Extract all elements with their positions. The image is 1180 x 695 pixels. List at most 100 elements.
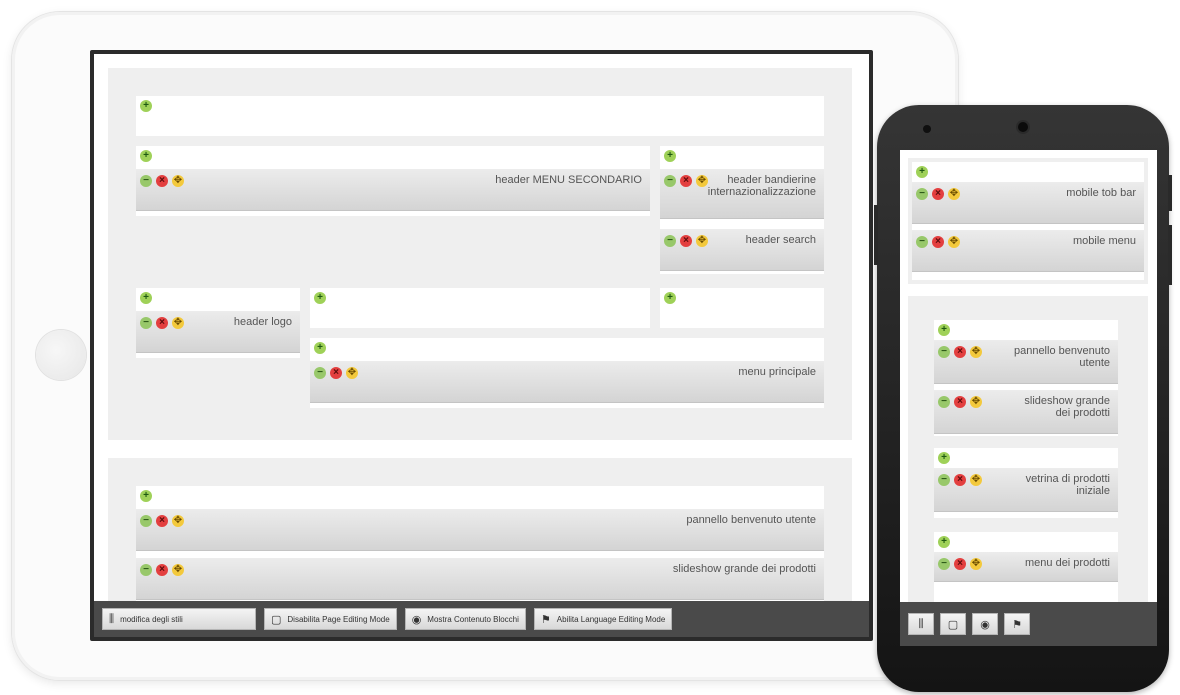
eye-off-icon: ◉ — [411, 613, 422, 626]
move-icon[interactable]: ✥ — [172, 564, 184, 576]
phone-sensor — [923, 125, 931, 133]
move-icon[interactable]: ✥ — [172, 515, 184, 527]
add-icon[interactable]: + — [916, 166, 928, 178]
sliders-icon: ⫼ — [109, 612, 115, 625]
phone-camera — [1018, 122, 1028, 132]
move-icon[interactable]: ✥ — [970, 396, 982, 408]
block-menu-secondario[interactable]: − × ✥ header MENU SECONDARIO — [136, 169, 650, 211]
move-icon[interactable]: ✥ — [970, 474, 982, 486]
phone-device: + − × ✥ mobile tob bar − × ✥ mobile menu… — [874, 105, 1172, 692]
empty-row: + — [660, 288, 824, 328]
minimize-icon[interactable]: − — [938, 558, 950, 570]
square-icon[interactable]: ▢ — [940, 613, 966, 635]
block-label: slideshow grande dei prodotti — [1024, 395, 1110, 419]
delete-icon[interactable]: × — [680, 235, 692, 247]
move-icon[interactable]: ✥ — [948, 236, 960, 248]
delete-icon[interactable]: × — [330, 367, 342, 379]
block-label: header logo — [233, 316, 292, 328]
move-icon[interactable]: ✥ — [970, 558, 982, 570]
move-icon[interactable]: ✥ — [172, 175, 184, 187]
block-label: header search — [745, 234, 816, 246]
move-icon[interactable]: ✥ — [948, 188, 960, 200]
move-icon[interactable]: ✥ — [172, 317, 184, 329]
move-icon[interactable]: ✥ — [346, 367, 358, 379]
block-mobile-menu[interactable]: − × ✥ mobile menu — [912, 230, 1144, 272]
eye-off-icon[interactable]: ◉ — [972, 613, 998, 635]
show-contents-button[interactable]: ◉ Mostra Contenuto Blocchi — [404, 608, 526, 630]
minimize-icon[interactable]: − — [916, 236, 928, 248]
add-icon[interactable]: + — [140, 100, 152, 112]
phone-side-button — [1168, 225, 1172, 285]
minimize-icon[interactable]: − — [916, 188, 928, 200]
block-label: slideshow grande dei prodotti — [672, 563, 816, 575]
block-label: mobile tob bar — [1066, 187, 1136, 199]
delete-icon[interactable]: × — [932, 236, 944, 248]
minimize-icon[interactable]: − — [140, 175, 152, 187]
minimize-icon[interactable]: − — [938, 346, 950, 358]
show-contents-label: Mostra Contenuto Blocchi — [427, 614, 519, 624]
block-mobile-top-bar[interactable]: − × ✥ mobile tob bar — [912, 182, 1144, 224]
block-slideshow[interactable]: − × ✥ slideshow grande dei prodotti — [136, 558, 824, 600]
minimize-icon[interactable]: − — [664, 175, 676, 187]
delete-icon[interactable]: × — [954, 396, 966, 408]
block-label: mobile menu — [1073, 235, 1136, 247]
flag-icon[interactable]: ⚑ — [1004, 613, 1030, 635]
minimize-icon[interactable]: − — [140, 515, 152, 527]
minimize-icon[interactable]: − — [140, 564, 152, 576]
block-menu-prodotti[interactable]: − × ✥ menu dei prodotti — [934, 552, 1118, 582]
minimize-icon[interactable]: − — [140, 317, 152, 329]
delete-icon[interactable]: × — [156, 175, 168, 187]
minimize-icon[interactable]: − — [938, 396, 950, 408]
add-icon[interactable]: + — [140, 490, 152, 502]
row-logo: + − × ✥ header logo — [136, 288, 300, 358]
tablet-screen: + + − × ✥ header MENU SECONDARIO + − × ✥… — [90, 50, 873, 641]
page-editing-button[interactable]: ▢ Disabilita Page Editing Mode — [264, 608, 397, 630]
block-benvenuto-mobile[interactable]: − × ✥ pannello benvenuto utente — [934, 340, 1118, 384]
delete-icon[interactable]: × — [932, 188, 944, 200]
block-menu-principale[interactable]: − × ✥ menu principale — [310, 361, 824, 403]
delete-icon[interactable]: × — [156, 317, 168, 329]
page-editing-label: Disabilita Page Editing Mode — [287, 614, 390, 624]
delete-icon[interactable]: × — [954, 346, 966, 358]
header-section: + + − × ✥ header MENU SECONDARIO + − × ✥… — [108, 68, 852, 440]
phone-row-3: + − × ✥ menu dei prodotti — [934, 532, 1118, 602]
styles-button[interactable]: ⫼ modifica degli stili — [102, 608, 256, 630]
block-slideshow-mobile[interactable]: − × ✥ slideshow grande dei prodotti — [934, 390, 1118, 434]
delete-icon[interactable]: × — [156, 564, 168, 576]
add-icon[interactable]: + — [314, 342, 326, 354]
minimize-icon[interactable]: − — [938, 474, 950, 486]
add-icon[interactable]: + — [938, 452, 950, 464]
delete-icon[interactable]: × — [156, 515, 168, 527]
delete-icon[interactable]: × — [680, 175, 692, 187]
move-icon[interactable]: ✥ — [970, 346, 982, 358]
add-icon[interactable]: + — [938, 324, 950, 336]
block-label: header MENU SECONDARIO — [495, 174, 642, 186]
add-icon[interactable]: + — [938, 536, 950, 548]
block-vetrina[interactable]: − × ✥ vetrina di prodotti iniziale — [934, 468, 1118, 512]
phone-header-section: + − × ✥ mobile tob bar − × ✥ mobile menu — [908, 158, 1148, 284]
sliders-icon[interactable]: ⫼ — [908, 613, 934, 635]
block-search[interactable]: − × ✥ header search — [660, 229, 824, 271]
language-editing-button[interactable]: ⚑ Abilita Language Editing Mode — [533, 608, 673, 630]
delete-icon[interactable]: × — [954, 474, 966, 486]
phone-toolbar: ⫼ ▢ ◉ ⚑ — [900, 602, 1157, 646]
add-icon[interactable]: + — [664, 292, 676, 304]
empty-row: + — [136, 96, 824, 136]
row-menu-secondario: + − × ✥ header MENU SECONDARIO — [136, 146, 650, 216]
move-icon[interactable]: ✥ — [696, 235, 708, 247]
delete-icon[interactable]: × — [954, 558, 966, 570]
block-logo[interactable]: − × ✥ header logo — [136, 311, 300, 353]
add-icon[interactable]: + — [140, 292, 152, 304]
add-icon[interactable]: + — [140, 150, 152, 162]
block-benvenuto[interactable]: − × ✥ pannello benvenuto utente — [136, 509, 824, 551]
minimize-icon[interactable]: − — [314, 367, 326, 379]
phone-row-header: + − × ✥ mobile tob bar − × ✥ mobile menu — [912, 162, 1144, 280]
tablet-home-button — [36, 330, 86, 380]
minimize-icon[interactable]: − — [664, 235, 676, 247]
add-icon[interactable]: + — [314, 292, 326, 304]
block-label: pannello benvenuto utente — [686, 514, 816, 526]
block-bandierine[interactable]: − × ✥ header bandierine internazionalizz… — [660, 169, 824, 219]
row-menu-principale: + − × ✥ menu principale — [310, 338, 824, 408]
row-header-right: + − × ✥ header bandierine internazionali… — [660, 146, 824, 274]
add-icon[interactable]: + — [664, 150, 676, 162]
